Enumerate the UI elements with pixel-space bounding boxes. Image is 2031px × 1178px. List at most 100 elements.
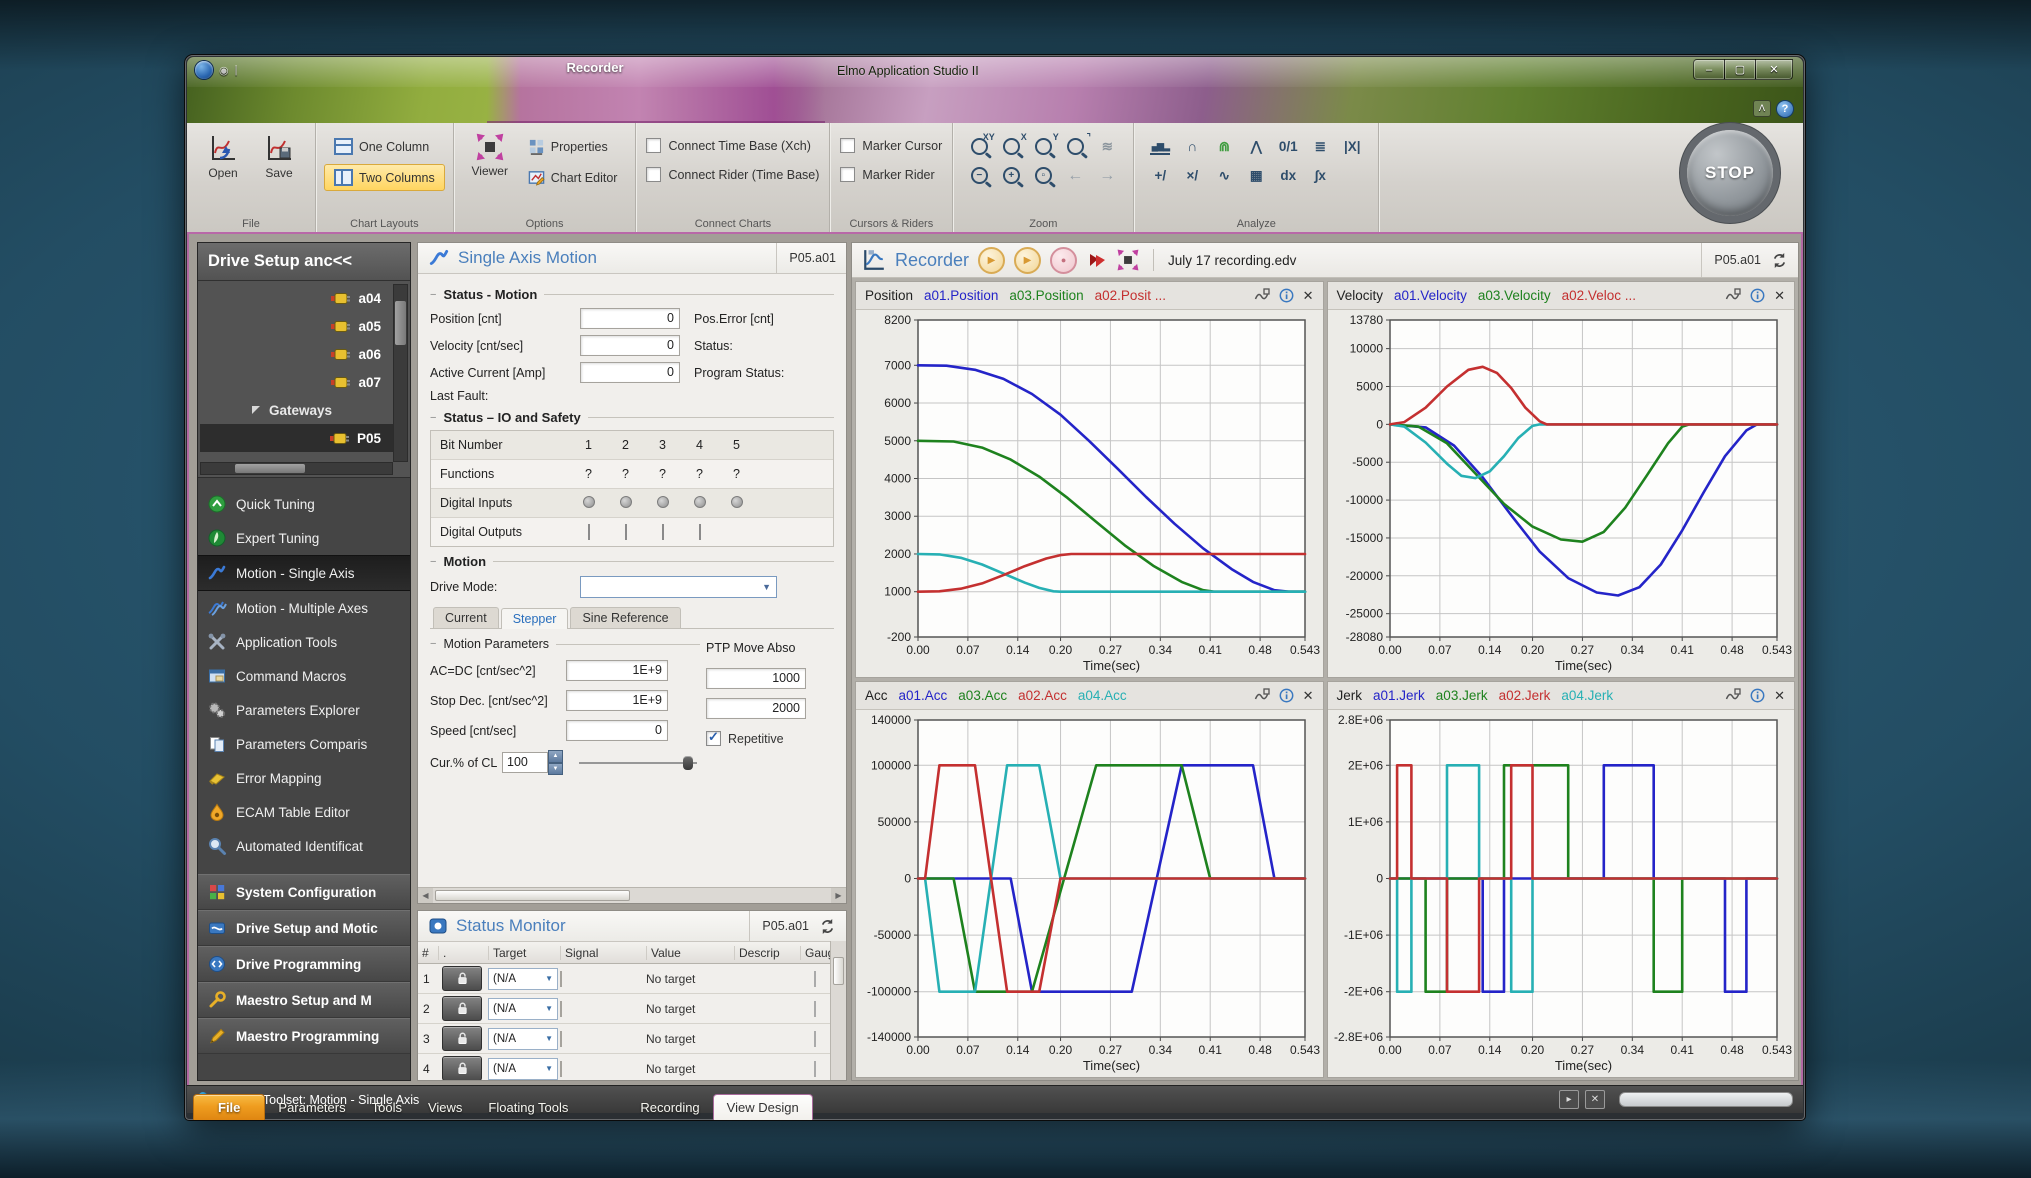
- sidebar-item-parameters-explorer[interactable]: Parameters Explorer: [198, 693, 410, 727]
- chart-plot[interactable]: 0.000.070.140.200.270.340.410.480.543140…: [856, 710, 1323, 1077]
- tree-group-gateways[interactable]: Gateways: [200, 396, 393, 424]
- analyze-3-icon[interactable]: ⋀: [1246, 136, 1266, 158]
- slider-handle[interactable]: [683, 756, 693, 770]
- active-current-input[interactable]: 0: [580, 362, 680, 383]
- one-column-button[interactable]: One Column: [324, 133, 445, 160]
- acdc-input[interactable]: 1E+9: [566, 660, 668, 681]
- sidebar-item-command-macros[interactable]: Command Macros: [198, 659, 410, 693]
- play-all-button[interactable]: ▶: [1014, 247, 1041, 274]
- tab-floating-tools[interactable]: Floating Tools: [475, 1095, 581, 1120]
- series-label[interactable]: a02.Acc: [1018, 688, 1067, 703]
- series-label[interactable]: a02.Jerk: [1499, 688, 1551, 703]
- motion-tab-current[interactable]: Current: [433, 607, 499, 628]
- sidebar-item-error-mapping[interactable]: Error Mapping: [198, 761, 410, 795]
- target-select[interactable]: (N/A▼: [488, 1028, 558, 1050]
- info-icon[interactable]: [1750, 688, 1765, 703]
- lock-button[interactable]: [442, 1056, 482, 1081]
- measure-icon[interactable]: [1254, 688, 1270, 703]
- analyze-row2-2-icon[interactable]: ∿: [1214, 165, 1234, 187]
- connect-time-base-checkbox[interactable]: Connect Time Base (Xch): [646, 138, 819, 153]
- sidebar-item-motion-single-axis[interactable]: Motion - Single Axis: [198, 555, 410, 591]
- close-chart-icon[interactable]: ✕: [1774, 288, 1785, 304]
- series-label[interactable]: a03.Acc: [958, 688, 1007, 703]
- analyze-4-icon[interactable]: 0/1: [1278, 136, 1298, 158]
- tree-node-p05[interactable]: P05: [200, 424, 393, 452]
- series-label[interactable]: a04.Jerk: [1561, 688, 1613, 703]
- zoom-tool-4-icon[interactable]: →: [1097, 165, 1117, 187]
- analyze-6-icon[interactable]: |X|: [1342, 136, 1362, 158]
- sidebar-item-quick-tuning[interactable]: Quick Tuning: [198, 487, 410, 521]
- play-button[interactable]: ▶: [978, 247, 1005, 274]
- chart-plot[interactable]: 0.000.070.140.200.270.340.410.480.543137…: [1328, 310, 1795, 677]
- zoom-tool-0-icon[interactable]: −: [969, 165, 989, 187]
- sidebar-item-maestro-setup-and-m[interactable]: Maestro Setup and M: [198, 982, 410, 1018]
- series-label[interactable]: a03.Position: [1009, 288, 1083, 303]
- series-label[interactable]: a03.Jerk: [1436, 688, 1488, 703]
- info-icon[interactable]: [1750, 288, 1765, 303]
- series-label[interactable]: a03.Velocity: [1478, 288, 1551, 303]
- section-status-motion[interactable]: −Status - Motion: [430, 287, 834, 302]
- motion-tab-sine-reference[interactable]: Sine Reference: [570, 607, 680, 628]
- series-label[interactable]: a02.Posit ...: [1095, 288, 1166, 303]
- scroll-left-icon[interactable]: ◀: [418, 888, 433, 903]
- analyze-2-icon[interactable]: ⋒: [1214, 136, 1234, 158]
- chart-plot[interactable]: 0.000.070.140.200.270.340.410.480.543820…: [856, 310, 1323, 677]
- stop-button[interactable]: STOP: [1687, 130, 1773, 216]
- gauge-checkbox[interactable]: [814, 1031, 816, 1047]
- lock-button[interactable]: [442, 966, 482, 991]
- zoom-tool-2-icon[interactable]: ▫: [1033, 165, 1053, 187]
- series-label[interactable]: a01.Jerk: [1373, 688, 1425, 703]
- chart-editor-button[interactable]: Chart Editor: [518, 164, 628, 191]
- stop-dec-input[interactable]: 1E+9: [566, 690, 668, 711]
- analyze-row2-5-icon[interactable]: ∫x: [1310, 165, 1330, 187]
- two-columns-button[interactable]: Two Columns: [324, 164, 445, 191]
- sidebar-item-drive-programming[interactable]: Drive Programming: [198, 946, 410, 982]
- position-input[interactable]: 0: [580, 308, 680, 329]
- sidebar-item-maestro-programming[interactable]: Maestro Programming: [198, 1018, 410, 1054]
- sidebar-item-ecam-table-editor[interactable]: ECAM Table Editor: [198, 795, 410, 829]
- section-motion[interactable]: −Motion: [430, 554, 834, 569]
- series-label[interactable]: a02.Veloc ...: [1562, 288, 1636, 303]
- sidebar-item-system-configuration[interactable]: System Configuration: [198, 874, 410, 910]
- target-select[interactable]: (N/A▼: [488, 998, 558, 1020]
- signal-input[interactable]: [560, 1031, 562, 1047]
- tab-parameters[interactable]: Parameters: [265, 1095, 358, 1120]
- scroll-right-icon[interactable]: ▶: [831, 888, 846, 903]
- tree-vertical-scrollbar[interactable]: [393, 284, 408, 462]
- status-monitor-scrollbar[interactable]: [830, 941, 846, 1080]
- sam-horizontal-scrollbar[interactable]: ◀ ▶: [418, 887, 846, 903]
- tree-node-a05[interactable]: a05: [200, 312, 393, 340]
- chart-plot[interactable]: 0.000.070.140.200.270.340.410.480.5432.8…: [1328, 710, 1795, 1077]
- zoom-y-icon[interactable]: Y: [1033, 136, 1053, 158]
- tree-node-a04[interactable]: a04: [200, 284, 393, 312]
- series-label[interactable]: a01.Velocity: [1394, 288, 1467, 303]
- save-button[interactable]: Save: [251, 127, 307, 180]
- tree-horizontal-scrollbar[interactable]: [200, 462, 393, 475]
- analyze-0-icon[interactable]: ▄▆▂: [1150, 139, 1170, 155]
- marker-rider-checkbox[interactable]: Marker Rider: [840, 167, 942, 182]
- digital-output-checkbox[interactable]: [625, 524, 627, 540]
- zoom-tool-3-icon[interactable]: ←: [1065, 165, 1085, 187]
- tab-view-design[interactable]: View Design: [713, 1094, 813, 1120]
- analyze-row2-3-icon[interactable]: ▦: [1246, 165, 1266, 187]
- section-io-safety[interactable]: −Status – IO and Safety: [430, 410, 834, 425]
- series-label[interactable]: a04.Acc: [1078, 688, 1127, 703]
- sidebar-item-expert-tuning[interactable]: Expert Tuning: [198, 521, 410, 555]
- tab-views[interactable]: Views: [415, 1095, 475, 1120]
- tab-file[interactable]: File: [193, 1094, 265, 1120]
- lock-button[interactable]: [442, 996, 482, 1021]
- connect-rider-checkbox[interactable]: Connect Rider (Time Base): [646, 167, 819, 182]
- zoom-x-icon[interactable]: X: [1001, 136, 1021, 158]
- signal-input[interactable]: [560, 971, 562, 987]
- velocity-input[interactable]: 0: [580, 335, 680, 356]
- tree-node-a06[interactable]: a06: [200, 340, 393, 368]
- ptp-position2-input[interactable]: 2000: [706, 698, 806, 719]
- zoom-icon-icon[interactable]: ⌝: [1065, 136, 1085, 158]
- recording-file-name[interactable]: July 17 recording.edv: [1168, 253, 1296, 268]
- tab-tools[interactable]: Tools: [359, 1095, 415, 1120]
- signal-input[interactable]: [560, 1061, 562, 1077]
- sidebar-item-application-tools[interactable]: Application Tools: [198, 625, 410, 659]
- zoom-icon-icon[interactable]: ≋: [1097, 136, 1117, 158]
- zoom-xy-icon[interactable]: XY: [969, 136, 989, 158]
- quick-access-item-icon[interactable]: ◉: [219, 64, 229, 77]
